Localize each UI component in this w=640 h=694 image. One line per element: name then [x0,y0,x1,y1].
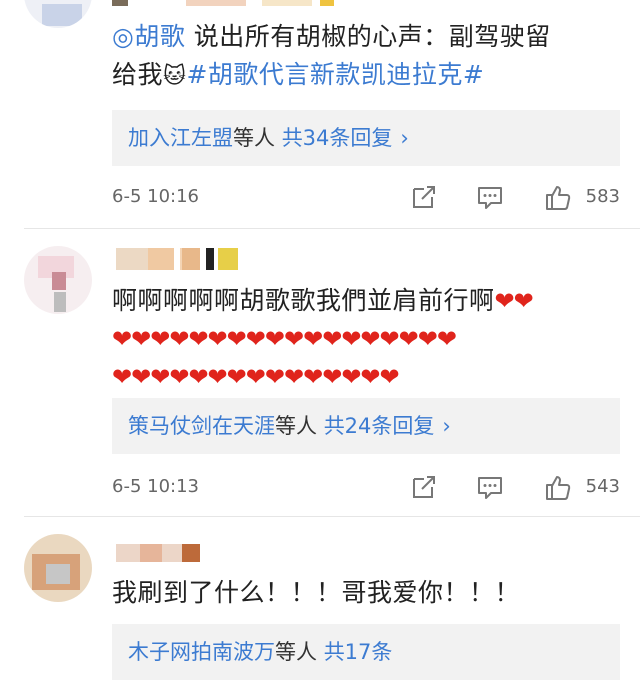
comment-text: 啊啊啊啊啊胡歌歌我們並肩前行啊❤❤ ❤❤❤❤❤❤❤❤❤❤❤❤❤❤❤❤❤❤ ❤❤❤… [112,286,534,391]
comment-icon[interactable] [476,473,504,501]
divider [24,516,640,517]
chevron-right-icon: › [400,126,409,150]
avatar[interactable] [24,534,92,602]
comment-meta: 6-5 10:13 543 [112,471,620,503]
comment-text: ◎胡歌 说出所有胡椒的心声：副驾驶留 给我🐱#胡歌代言新款凯迪拉克# [112,22,551,89]
comment-meta: 6-5 10:16 583 [112,181,620,213]
heart-emoji: ❤❤❤❤❤❤❤❤❤❤❤❤❤❤❤ [112,363,400,391]
avatar[interactable] [24,246,92,314]
reply-count[interactable]: 共34条回复 [282,126,393,150]
reply-user[interactable]: 木子网拍南波万 [128,640,275,664]
like-icon[interactable] [544,473,572,501]
avatar[interactable] [24,0,92,28]
timestamp: 6-5 10:16 [112,186,199,207]
timestamp: 6-5 10:13 [112,476,199,497]
reply-user[interactable]: 加入江左盟 [128,126,233,150]
reply-count[interactable]: 共24条回复 [324,414,435,438]
like-count: 583 [585,186,620,207]
reply-summary[interactable]: 加入江左盟等人 共34条回复 › [112,110,620,166]
reply-count[interactable]: 共17条 [324,640,393,664]
reply-summary[interactable]: 策马仗剑在天涯等人 共24条回复 › [112,398,620,454]
heart-emoji: ❤❤❤❤❤❤❤❤❤❤❤❤❤❤❤❤❤❤ [112,325,457,353]
like-count: 543 [585,476,620,497]
hashtag-link[interactable]: #胡歌代言新款凯迪拉克# [186,60,484,89]
comment-icon[interactable] [476,183,504,211]
comment-text: 我刷到了什么！！！哥我爱你！！！ [112,578,521,607]
heart-emoji: ❤❤ [494,287,534,315]
divider [24,228,640,229]
like-icon[interactable] [544,183,572,211]
reply-user[interactable]: 策马仗剑在天涯 [128,414,275,438]
reply-summary[interactable]: 木子网拍南波万等人 共17条 [112,624,620,680]
share-icon[interactable] [410,473,438,501]
chevron-right-icon: › [442,414,451,438]
cat-emoji-icon: 🐱 [163,64,187,89]
share-icon[interactable] [410,183,438,211]
topic-link[interactable]: ◎胡歌 [112,22,185,51]
